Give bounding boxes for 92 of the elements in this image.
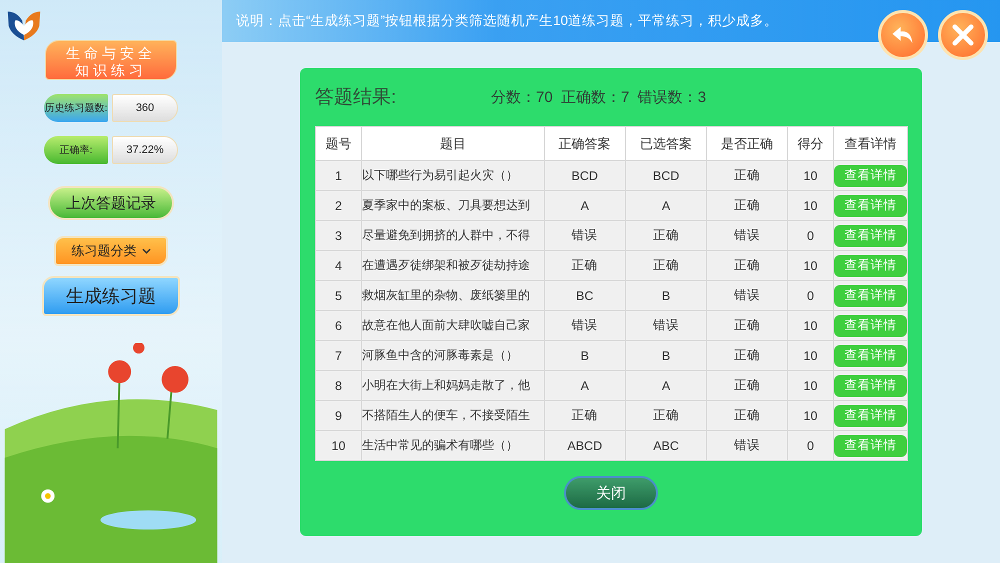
table-cell: 3 bbox=[316, 220, 362, 250]
table-cell: 正确 bbox=[625, 250, 707, 280]
table-cell: 错误 bbox=[706, 220, 788, 250]
table-cell: 正确 bbox=[706, 400, 788, 430]
category-dropdown[interactable]: 练习题分类 bbox=[54, 236, 168, 266]
table-cell: 错误 bbox=[544, 220, 626, 250]
table-cell: 故意在他人面前大肆吹嘘自己家 bbox=[361, 310, 544, 340]
table-cell: B bbox=[625, 280, 707, 310]
table-cell: 5 bbox=[316, 280, 362, 310]
table-cell: B bbox=[625, 340, 707, 370]
table-cell: 2 bbox=[316, 190, 362, 220]
close-dialog-button[interactable]: 关闭 bbox=[564, 476, 658, 510]
details-button[interactable]: 查看详情 bbox=[834, 194, 907, 216]
stat-label: 历史练习题数: bbox=[44, 94, 108, 122]
table-cell: 10 bbox=[787, 370, 834, 400]
table-cell: 错误 bbox=[706, 280, 788, 310]
generate-button[interactable]: 生成练习题 bbox=[42, 276, 180, 316]
table-cell: ABCD bbox=[544, 430, 626, 460]
score-summary: 分数：70 正确数：7 错误数：3 bbox=[491, 88, 706, 106]
details-button[interactable]: 查看详情 bbox=[834, 284, 907, 306]
table-cell: 0 bbox=[787, 430, 834, 460]
column-header: 正确答案 bbox=[544, 126, 626, 160]
table-cell: BCD bbox=[544, 160, 626, 190]
column-header: 得分 bbox=[787, 126, 834, 160]
table-cell: 生活中常见的骗术有哪些（） bbox=[361, 430, 544, 460]
details-button[interactable]: 查看详情 bbox=[834, 224, 907, 246]
details-button[interactable]: 查看详情 bbox=[834, 404, 907, 426]
record-button[interactable]: 上次答题记录 bbox=[48, 186, 174, 220]
table-cell: 救烟灰缸里的杂物、废纸篓里的 bbox=[361, 280, 544, 310]
table-cell: 以下哪些行为易引起火灾（） bbox=[361, 160, 544, 190]
table-cell: 1 bbox=[316, 160, 362, 190]
table-cell: 正确 bbox=[706, 250, 788, 280]
table-cell: A bbox=[625, 190, 707, 220]
table-cell: 10 bbox=[787, 190, 834, 220]
table-cell: 10 bbox=[787, 400, 834, 430]
table-cell: BC bbox=[544, 280, 626, 310]
instruction-text: 说明：点击“生成练习题”按钮根据分类筛选随机产生10道练习题，平常练习，积少成多。 bbox=[236, 12, 778, 30]
column-header: 已选答案 bbox=[625, 126, 707, 160]
table-cell: 6 bbox=[316, 310, 362, 340]
column-header: 查看详情 bbox=[834, 126, 908, 160]
table-cell: 正确 bbox=[544, 250, 626, 280]
table-cell: 9 bbox=[316, 400, 362, 430]
column-header: 题号 bbox=[316, 126, 362, 160]
table-cell: 正确 bbox=[706, 310, 788, 340]
table-cell: 尽量避免到拥挤的人群中，不得 bbox=[361, 220, 544, 250]
table-cell: A bbox=[544, 190, 626, 220]
table-cell: 错误 bbox=[544, 310, 626, 340]
table-cell: 错误 bbox=[625, 310, 707, 340]
details-button[interactable]: 查看详情 bbox=[834, 344, 907, 366]
table-cell: 10 bbox=[316, 430, 362, 460]
table-cell: A bbox=[625, 370, 707, 400]
table-cell: 在遭遇歹徒绑架和被歹徒劫持途 bbox=[361, 250, 544, 280]
table-cell: 4 bbox=[316, 250, 362, 280]
table-cell: 0 bbox=[787, 280, 834, 310]
table-cell: 河豚鱼中含的河豚毒素是（） bbox=[361, 340, 544, 370]
table-cell: 正确 bbox=[706, 190, 788, 220]
table-cell: 7 bbox=[316, 340, 362, 370]
back-button[interactable] bbox=[878, 10, 928, 60]
table-cell: BCD bbox=[625, 160, 707, 190]
table-cell: B bbox=[544, 340, 626, 370]
table-cell: 正确 bbox=[544, 400, 626, 430]
details-button[interactable]: 查看详情 bbox=[834, 164, 907, 186]
table-cell: 10 bbox=[787, 310, 834, 340]
table-cell: 正确 bbox=[706, 340, 788, 370]
stat-label: 正确率: bbox=[44, 136, 108, 164]
table-cell: 0 bbox=[787, 220, 834, 250]
stat-value: 360 bbox=[112, 94, 178, 122]
table-cell: 夏季家中的案板、刀具要想达到 bbox=[361, 190, 544, 220]
table-cell: 正确 bbox=[706, 160, 788, 190]
details-button[interactable]: 查看详情 bbox=[834, 314, 907, 336]
table-cell: 10 bbox=[787, 340, 834, 370]
stat-value: 37.22% bbox=[112, 136, 178, 164]
table-cell: 错误 bbox=[706, 430, 788, 460]
close-button[interactable] bbox=[938, 10, 988, 60]
table-cell: ABC bbox=[625, 430, 707, 460]
details-button[interactable]: 查看详情 bbox=[834, 374, 907, 396]
column-header: 是否正确 bbox=[706, 126, 788, 160]
app-title: 生命与安全 知识练习 bbox=[45, 40, 177, 80]
table-cell: 正确 bbox=[625, 220, 707, 250]
table-cell: 8 bbox=[316, 370, 362, 400]
table-cell: 正确 bbox=[625, 400, 707, 430]
column-header: 题目 bbox=[361, 126, 544, 160]
table-cell: A bbox=[544, 370, 626, 400]
result-title: 答题结果: bbox=[315, 86, 398, 110]
chevron-down-icon bbox=[142, 248, 150, 254]
details-button[interactable]: 查看详情 bbox=[834, 254, 907, 276]
table-cell: 小明在大街上和妈妈走散了，他 bbox=[361, 370, 544, 400]
table-cell: 不搭陌生人的便车，不接受陌生 bbox=[361, 400, 544, 430]
table-cell: 10 bbox=[787, 160, 834, 190]
table-cell: 正确 bbox=[706, 370, 788, 400]
details-button[interactable]: 查看详情 bbox=[834, 434, 907, 456]
table-cell: 10 bbox=[787, 250, 834, 280]
